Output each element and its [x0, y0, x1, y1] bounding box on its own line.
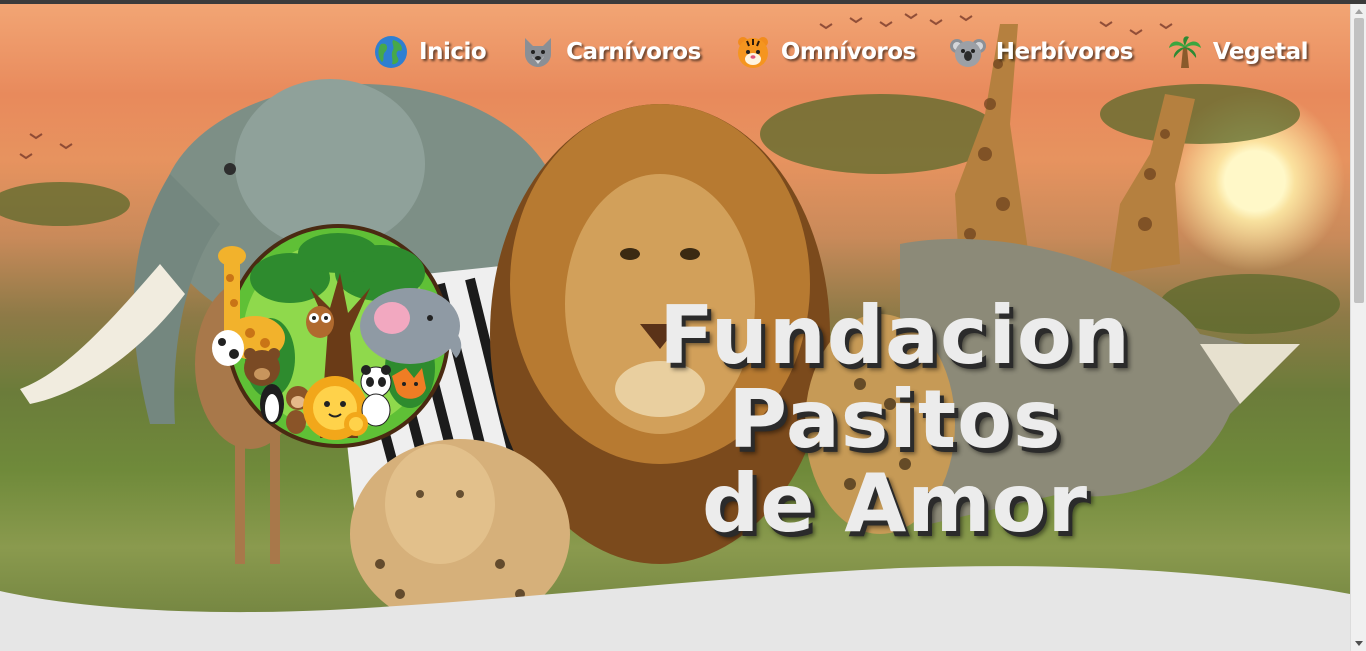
scrollbar-thumb[interactable] [1354, 18, 1364, 303]
page-title: Fundacion Pasitos de Amor [500, 288, 1290, 550]
nav-item-omnivoros[interactable]: Omnívoros [735, 34, 916, 70]
palm-tree-icon [1168, 36, 1201, 68]
page-title-line-2: de Amor [701, 456, 1089, 550]
nav-label-inicio: Inicio [419, 39, 487, 65]
nav-label-omnivoros: Omnívoros [780, 39, 916, 65]
nav-item-carnivoros[interactable]: Carnívoros [520, 34, 701, 70]
foundation-logo[interactable] [210, 218, 466, 448]
nav-label-herbivoros: Herbívoros [995, 39, 1134, 65]
globe-icon [375, 36, 408, 68]
hero-banner: Inicio Carnívoros Omnívoros Herbívoros V… [0, 4, 1350, 651]
main-navigation: Inicio Carnívoros Omnívoros Herbívoros V… [373, 34, 1309, 70]
wave-divider [0, 566, 1350, 651]
nav-item-herbivoros[interactable]: Herbívoros [949, 34, 1134, 70]
tiger-icon [737, 37, 768, 68]
nav-label-carnivoros: Carnívoros [566, 39, 701, 65]
koala-icon [949, 39, 986, 67]
page-title-line-1: Fundacion Pasitos [659, 288, 1131, 466]
nav-item-vegetal[interactable]: Vegetal [1167, 34, 1309, 70]
vertical-scrollbar[interactable] [1350, 4, 1366, 651]
scroll-up-arrow-icon[interactable] [1355, 9, 1363, 14]
nav-item-inicio[interactable]: Inicio [373, 34, 487, 70]
wolf-icon [525, 38, 552, 67]
nav-label-vegetal: Vegetal [1212, 39, 1309, 65]
scroll-down-arrow-icon[interactable] [1355, 641, 1363, 646]
